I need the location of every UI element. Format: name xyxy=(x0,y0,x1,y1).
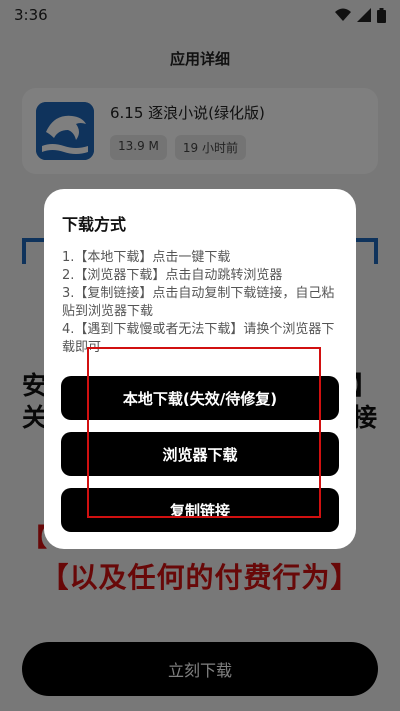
instruction-line: 4.【遇到下载慢或者无法下载】请换个浏览器下载即可 xyxy=(62,322,335,355)
browser-download-button[interactable]: 浏览器下载 xyxy=(61,432,339,476)
instruction-line: 1.【本地下载】点击一键下载 xyxy=(62,250,231,265)
dialog-title: 下载方式 xyxy=(62,215,127,234)
instruction-line: 3.【复制链接】点击自动复制下载链接，自己粘贴到浏览器下载 xyxy=(62,286,335,319)
local-download-button[interactable]: 本地下载(失效/待修复) xyxy=(61,376,339,420)
download-method-dialog: 下载方式 1.【本地下载】点击一键下载 2.【浏览器下载】点击自动跳转浏览器 3… xyxy=(44,189,356,549)
instruction-line: 2.【浏览器下载】点击自动跳转浏览器 xyxy=(62,268,283,283)
dialog-instructions: 1.【本地下载】点击一键下载 2.【浏览器下载】点击自动跳转浏览器 3.【复制链… xyxy=(62,249,338,357)
copy-link-button[interactable]: 复制链接 xyxy=(61,488,339,532)
